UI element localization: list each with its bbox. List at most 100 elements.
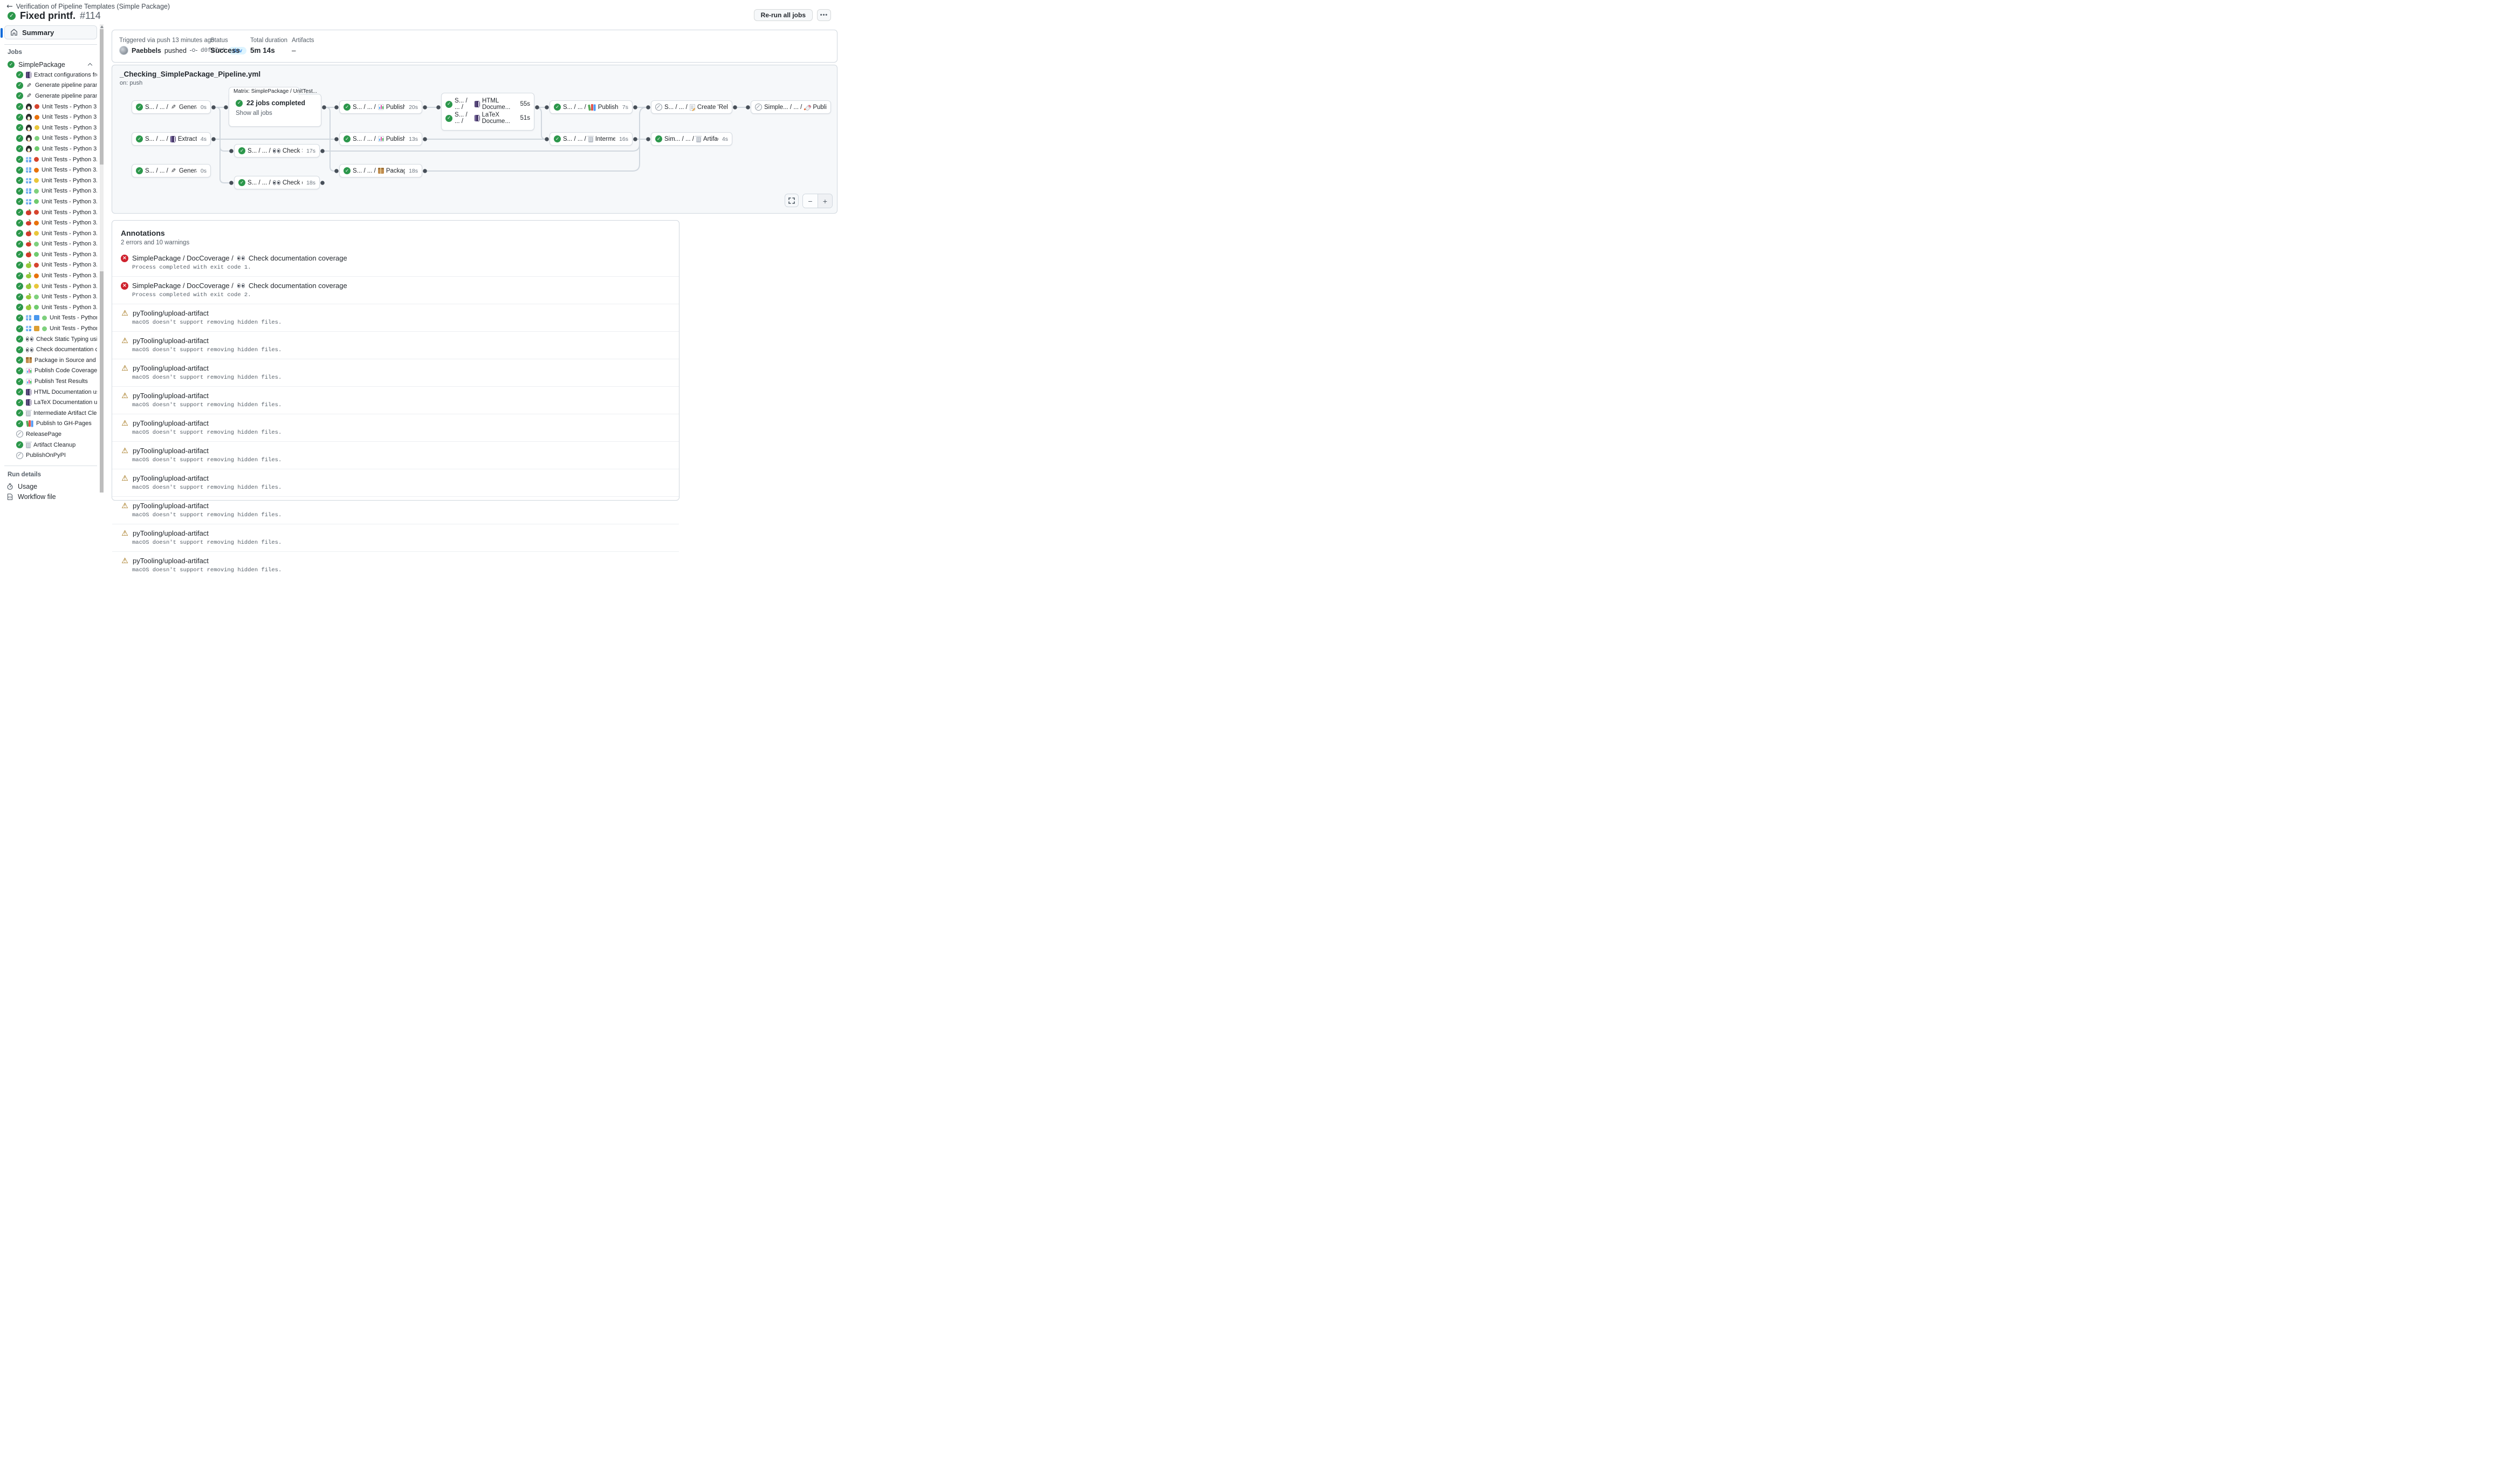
sidebar-job-item[interactable]: Intermediate Artifact Cleanup	[4, 408, 97, 419]
annotation-title[interactable]: SimplePackage / DocCoverage /Check docum…	[121, 254, 670, 262]
success-check-icon	[16, 314, 23, 322]
annotation-error-row: SimplePackage / DocCoverage /Check docum…	[112, 249, 679, 276]
fullscreen-button[interactable]	[785, 194, 799, 207]
sidebar-job-item[interactable]: Unit Tests - Python 3.13	[4, 249, 97, 260]
graph-node-check-static-typing[interactable]: S... / ... /Check Static Ty...17s	[234, 144, 320, 158]
breadcrumb[interactable]: Verification of Pipeline Templates (Simp…	[6, 2, 170, 11]
graph-node-check-doc-coverage[interactable]: S... / ... /Check docume...18s	[234, 176, 320, 189]
sidebar-job-item[interactable]: Publish to GH-Pages	[4, 419, 97, 429]
rerun-all-jobs-button[interactable]: Re-run all jobs	[754, 9, 813, 21]
sidebar-job-item[interactable]: Unit Tests - Python 3.13	[4, 143, 97, 154]
sidebar-job-item[interactable]: Unit Tests - Python 3.12	[4, 291, 97, 302]
annotation-title[interactable]: SimplePackage / DocCoverage /Check docum…	[121, 282, 670, 290]
books-icon	[588, 104, 596, 111]
sidebar-job-item[interactable]: Unit Tests - Python 3.12	[4, 313, 97, 324]
annotation-title-text: pyTooling/upload-artifact	[133, 392, 209, 400]
sidebar-job-item[interactable]: Generate pipeline parameters	[4, 80, 97, 91]
sidebar-group-simplepackage[interactable]: SimplePackage	[4, 59, 97, 70]
graph-node-create-release-page[interactable]: S... / ... /Create 'Release Pa...	[651, 100, 732, 114]
sidebar-job-item[interactable]: Publish Test Results	[4, 376, 97, 387]
sidebar-item-usage[interactable]: Usage	[4, 482, 97, 492]
annotation-title-text: pyTooling/upload-artifact	[133, 364, 209, 372]
annotation-title[interactable]: pyTooling/upload-artifact	[121, 364, 670, 372]
sidebar-job-item[interactable]: Unit Tests - Python 3.12	[4, 323, 97, 334]
avatar[interactable]	[119, 46, 128, 55]
graph-node-latex-documentation[interactable]: S... / ... /LaTeX Docume...51s	[445, 111, 530, 125]
graph-node-publish-pypi[interactable]: Simple... / ... /Publish to PyPI	[751, 100, 831, 114]
annotation-title[interactable]: pyTooling/upload-artifact	[121, 392, 670, 400]
graph-node-html-documentation[interactable]: S... / ... /HTML Docume...55s	[445, 97, 530, 111]
matrix-tab[interactable]: Matrix: SimplePackage / UnitTest...	[229, 87, 299, 95]
sidebar-scrollbar-thumb[interactable]	[100, 29, 104, 165]
job-label: Unit Tests - Python 3.13	[42, 251, 97, 258]
actor-name[interactable]: Paebbels	[132, 47, 161, 54]
annotation-title[interactable]: pyTooling/upload-artifact	[121, 447, 670, 455]
red-dot-icon	[34, 263, 39, 268]
graph-node-publish-test-results[interactable]: S... / ... /Publish Test Re...13s	[339, 132, 422, 146]
annotation-title[interactable]: pyTooling/upload-artifact	[121, 474, 670, 482]
book-icon	[26, 389, 31, 395]
sidebar-job-item[interactable]: PublishOnPyPI	[4, 450, 97, 461]
back-link[interactable]: Verification of Pipeline Templates (Simp…	[16, 3, 170, 10]
sidebar-job-item[interactable]: Package in Source and Wheel...	[4, 355, 97, 366]
sidebar-job-item[interactable]: Unit Tests - Python 3.9	[4, 260, 97, 271]
sidebar-job-item[interactable]: Unit Tests - Python 3.9	[4, 207, 97, 218]
sidebar-job-item[interactable]: Check Static Typing using Pyt...	[4, 334, 97, 345]
zoom-out-button[interactable]: −	[803, 194, 818, 208]
sidebar-job-item[interactable]: Unit Tests - Python 3.10	[4, 217, 97, 228]
sidebar-job-item[interactable]: Unit Tests - Python 3.13	[4, 196, 97, 207]
success-check-icon	[554, 104, 561, 111]
sidebar-job-item[interactable]: Unit Tests - Python 3.13	[4, 302, 97, 313]
graph-node-generate-params-1[interactable]: S... / ... /Generate pipelin...0s	[132, 100, 211, 114]
graph-node-extract-configurations[interactable]: S... / ... /Extract configur...4s	[132, 132, 211, 146]
sidebar-job-item[interactable]: HTML Documentation using ...	[4, 387, 97, 398]
graph-node-generate-params-2[interactable]: S... / ... /Generate pipelin...0s	[132, 164, 211, 177]
annotation-title[interactable]: pyTooling/upload-artifact	[121, 502, 670, 510]
sidebar-job-item[interactable]: Artifact Cleanup	[4, 440, 97, 450]
sidebar-item-workflow-file[interactable]: Workflow file	[4, 492, 97, 502]
scrollbar-lower-segment[interactable]	[100, 271, 104, 493]
sidebar-job-item[interactable]: Unit Tests - Python 3.12	[4, 133, 97, 144]
sidebar-job-item[interactable]: Unit Tests - Python 3.10	[4, 112, 97, 122]
sidebar-job-item[interactable]: Unit Tests - Python 3.11	[4, 122, 97, 133]
sidebar-job-item[interactable]: LaTeX Documentation using ...	[4, 397, 97, 408]
sidebar-job-item[interactable]: Extract configurations from p...	[4, 70, 97, 80]
job-label: LaTeX Documentation using ...	[34, 399, 97, 406]
sidebar-job-item[interactable]: Check documentation covera...	[4, 344, 97, 355]
sidebar-job-item[interactable]: Unit Tests - Python 3.10	[4, 270, 97, 281]
chevron-up-icon[interactable]	[87, 62, 93, 67]
sidebar-job-item[interactable]: Unit Tests - Python 3.10	[4, 165, 97, 175]
job-label: Unit Tests - Python 3.12	[42, 241, 97, 247]
graph-node-publish-code-coverage[interactable]: S... / ... /Publish Code C...20s	[339, 100, 422, 114]
eyes-icon	[273, 148, 280, 153]
graph-canvas[interactable]: Matrix: SimplePackage / UnitTest... 22 j…	[112, 65, 837, 213]
sidebar-job-item[interactable]: Unit Tests - Python 3.9	[4, 154, 97, 165]
graph-node-intermediate-cleanup[interactable]: S... / ... /Intermediate A...16s	[550, 132, 633, 146]
sidebar-job-item[interactable]: Publish Code Coverage Results	[4, 366, 97, 377]
graph-node-publish-gh-pages[interactable]: S... / ... /Publish to GH-P...7s	[550, 100, 633, 114]
annotation-title[interactable]: pyTooling/upload-artifact	[121, 557, 670, 565]
graph-node-matrix-unittests[interactable]: 22 jobs completed Show all jobs	[229, 94, 321, 127]
kebab-menu-button[interactable]: •••	[817, 9, 831, 21]
show-all-jobs-link[interactable]: Show all jobs	[236, 110, 314, 117]
sidebar-job-item[interactable]: Unit Tests - Python 3.12	[4, 186, 97, 197]
annotation-title[interactable]: pyTooling/upload-artifact	[121, 337, 670, 345]
annotation-title[interactable]: pyTooling/upload-artifact	[121, 309, 670, 317]
sidebar-job-item[interactable]: Generate pipeline parameters	[4, 91, 97, 101]
sidebar-job-item[interactable]: Unit Tests - Python 3.11	[4, 228, 97, 239]
graph-node-artifact-cleanup[interactable]: Sim... / ... /Artifact Cleanup4s	[651, 132, 732, 146]
success-check-icon	[16, 409, 23, 416]
scrollbar-up-arrow[interactable]	[100, 25, 104, 28]
sidebar-job-item[interactable]: Unit Tests - Python 3.12	[4, 239, 97, 250]
sidebar-job-item[interactable]: ReleasePage	[4, 429, 97, 440]
zoom-in-button[interactable]: +	[818, 194, 832, 208]
sidebar-job-item[interactable]: Unit Tests - Python 3.11	[4, 281, 97, 292]
annotation-title[interactable]: pyTooling/upload-artifact	[121, 419, 670, 427]
node-label: Check Static Ty...	[283, 148, 303, 154]
sidebar-job-item[interactable]: Unit Tests - Python 3.11	[4, 175, 97, 186]
sidebar-item-summary[interactable]: Summary	[4, 25, 97, 39]
node-label: Publish to GH-P...	[598, 104, 619, 111]
sidebar-job-item[interactable]: Unit Tests - Python 3.9	[4, 101, 97, 112]
annotation-title[interactable]: pyTooling/upload-artifact	[121, 529, 670, 537]
graph-node-package-source-wheel[interactable]: S... / ... /Package in Sou...18s	[339, 164, 422, 177]
